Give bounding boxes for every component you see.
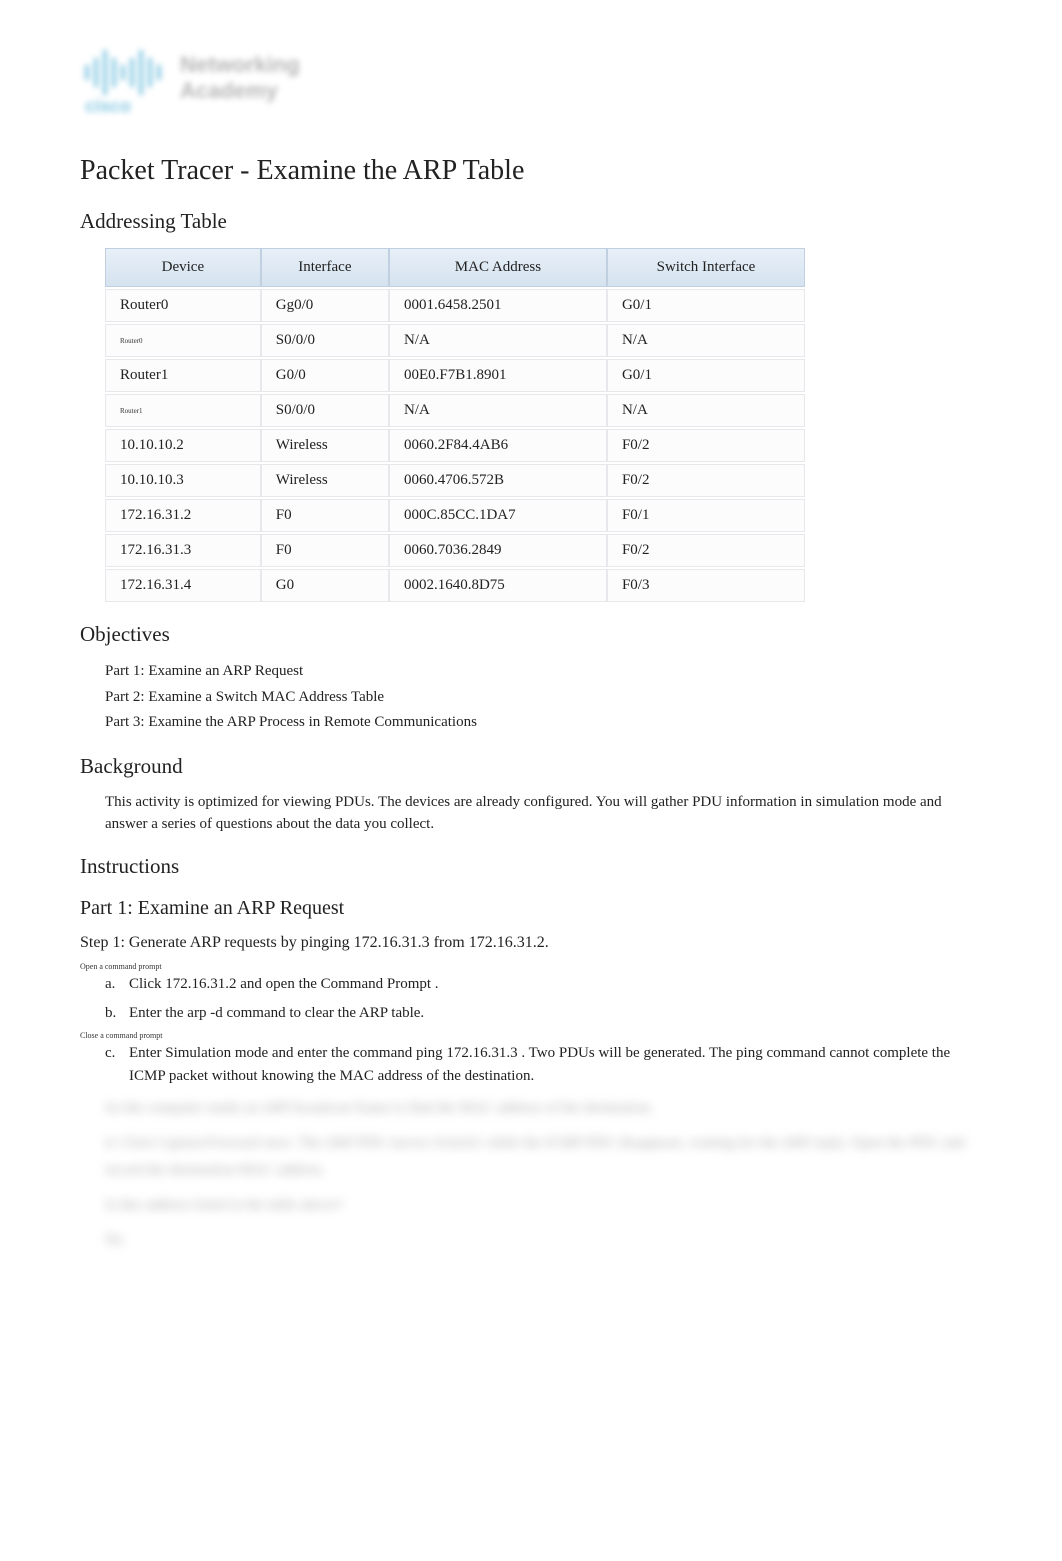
cell-interface: Wireless bbox=[261, 464, 389, 497]
step1-heading: Step 1: Generate ARP requests by pinging… bbox=[80, 934, 982, 952]
open-prompt-note: Open a command prompt bbox=[80, 962, 982, 971]
cell-swint: F0/2 bbox=[607, 464, 805, 497]
substep-content: Enter the arp -d command to clear the AR… bbox=[129, 1002, 982, 1025]
cell-swint: F0/2 bbox=[607, 429, 805, 462]
cell-mac: 0002.1640.8D75 bbox=[389, 569, 607, 602]
cell-device: 10.10.10.2 bbox=[105, 429, 261, 462]
cell-swint: F0/2 bbox=[607, 534, 805, 567]
cell-device: 172.16.31.3 bbox=[105, 534, 261, 567]
objective-item: Part 1: Examine an ARP Request bbox=[105, 659, 982, 685]
cell-interface: F0 bbox=[261, 499, 389, 532]
blurred-line: d. Click Capture/Forward once. The ARP P… bbox=[105, 1130, 982, 1184]
cisco-text: cisco bbox=[85, 96, 131, 116]
substep-letter: c. bbox=[105, 1042, 129, 1089]
table-row: 172.16.31.3F00060.7036.2849F0/2 bbox=[105, 534, 805, 567]
cell-interface: Wireless bbox=[261, 429, 389, 462]
cell-swint: N/A bbox=[607, 324, 805, 357]
cell-interface: Gg0/0 bbox=[261, 289, 389, 322]
table-row: 10.10.10.3Wireless0060.4706.572BF0/2 bbox=[105, 464, 805, 497]
table-row: 10.10.10.2Wireless0060.2F84.4AB6F0/2 bbox=[105, 429, 805, 462]
substep-content: Click 172.16.31.2 and open the Command P… bbox=[129, 973, 982, 996]
table-row: 172.16.31.2F0000C.85CC.1DA7F0/1 bbox=[105, 499, 805, 532]
background-text: This activity is optimized for viewing P… bbox=[105, 791, 982, 836]
objective-item: Part 2: Examine a Switch MAC Address Tab… bbox=[105, 685, 982, 711]
cisco-logo: cisco Networking Academy bbox=[80, 40, 360, 120]
cell-swint: G0/1 bbox=[607, 359, 805, 392]
cell-device: Router1 bbox=[105, 359, 261, 392]
cell-swint: F0/3 bbox=[607, 569, 805, 602]
cell-swint: G0/1 bbox=[607, 289, 805, 322]
close-prompt-note: Close a command prompt bbox=[80, 1031, 982, 1040]
cell-mac: N/A bbox=[389, 394, 607, 427]
cell-mac: N/A bbox=[389, 324, 607, 357]
instructions-heading: Instructions bbox=[80, 854, 982, 879]
th-interface: Interface bbox=[261, 248, 389, 287]
blurred-line: So the computer sends an ARP broadcast f… bbox=[105, 1095, 982, 1122]
cell-interface: S0/0/0 bbox=[261, 394, 389, 427]
table-row: Router1G0/000E0.F7B1.8901G0/1 bbox=[105, 359, 805, 392]
cell-device: Router1 bbox=[105, 394, 261, 427]
th-device: Device bbox=[105, 248, 261, 287]
substep-content: Enter Simulation mode and enter the comm… bbox=[129, 1042, 982, 1089]
cell-device: 172.16.31.2 bbox=[105, 499, 261, 532]
objectives-list: Part 1: Examine an ARP Request Part 2: E… bbox=[105, 659, 982, 736]
table-row: Router0Gg0/00001.6458.2501G0/1 bbox=[105, 289, 805, 322]
th-swint: Switch Interface bbox=[607, 248, 805, 287]
cell-mac: 0060.2F84.4AB6 bbox=[389, 429, 607, 462]
cell-mac: 0060.4706.572B bbox=[389, 464, 607, 497]
table-row: Router1S0/0/0N/AN/A bbox=[105, 394, 805, 427]
addressing-table: Device Interface MAC Address Switch Inte… bbox=[105, 246, 805, 604]
brand-bottom: Academy bbox=[180, 78, 279, 103]
cell-mac: 0001.6458.2501 bbox=[389, 289, 607, 322]
objective-item: Part 3: Examine the ARP Process in Remot… bbox=[105, 710, 982, 736]
cell-interface: S0/0/0 bbox=[261, 324, 389, 357]
substep-letter: b. bbox=[105, 1002, 129, 1025]
table-header-row: Device Interface MAC Address Switch Inte… bbox=[105, 248, 805, 287]
cell-device: Router0 bbox=[105, 289, 261, 322]
substep-c: c. Enter Simulation mode and enter the c… bbox=[105, 1042, 982, 1089]
table-row: 172.16.31.4G00002.1640.8D75F0/3 bbox=[105, 569, 805, 602]
substep-b: b. Enter the arp -d command to clear the… bbox=[105, 1002, 982, 1025]
cell-interface: G0 bbox=[261, 569, 389, 602]
cell-swint: F0/1 bbox=[607, 499, 805, 532]
substep-a: a. Click 172.16.31.2 and open the Comman… bbox=[105, 973, 982, 996]
table-row: Router0S0/0/0N/AN/A bbox=[105, 324, 805, 357]
cell-device: Router0 bbox=[105, 324, 261, 357]
substep-letter: a. bbox=[105, 973, 129, 996]
blurred-content: So the computer sends an ARP broadcast f… bbox=[105, 1095, 982, 1254]
part1-heading: Part 1: Examine an ARP Request bbox=[80, 897, 982, 920]
page-title: Packet Tracer - Examine the ARP Table bbox=[80, 155, 982, 187]
cell-mac: 00E0.F7B1.8901 bbox=[389, 359, 607, 392]
addressing-heading: Addressing Table bbox=[80, 209, 982, 234]
cell-device: 172.16.31.4 bbox=[105, 569, 261, 602]
th-mac: MAC Address bbox=[389, 248, 607, 287]
blurred-line: Is this address listed in the table abov… bbox=[105, 1192, 982, 1219]
addressing-table-wrapper: Device Interface MAC Address Switch Inte… bbox=[105, 246, 982, 604]
cell-interface: G0/0 bbox=[261, 359, 389, 392]
cell-mac: 0060.7036.2849 bbox=[389, 534, 607, 567]
objectives-heading: Objectives bbox=[80, 622, 982, 647]
blurred-line: No bbox=[105, 1227, 982, 1254]
brand-top: Networking bbox=[180, 52, 300, 77]
cell-swint: N/A bbox=[607, 394, 805, 427]
cell-mac: 000C.85CC.1DA7 bbox=[389, 499, 607, 532]
cell-device: 10.10.10.3 bbox=[105, 464, 261, 497]
background-heading: Background bbox=[80, 754, 982, 779]
cell-interface: F0 bbox=[261, 534, 389, 567]
logo-area: cisco Networking Academy bbox=[80, 40, 982, 125]
